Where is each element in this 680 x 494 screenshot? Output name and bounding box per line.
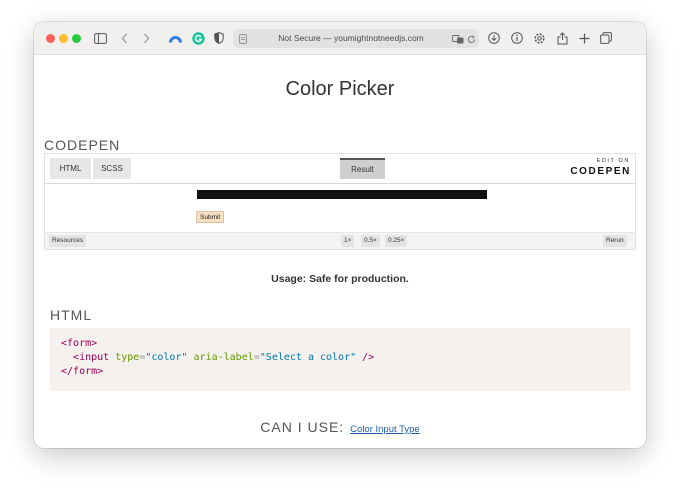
edit-on-label[interactable]: EDIT ON bbox=[578, 158, 630, 164]
shield-icon[interactable] bbox=[213, 30, 225, 46]
tab-scss[interactable]: SCSS bbox=[93, 158, 131, 179]
can-i-use-label: CAN I USE: bbox=[260, 419, 345, 435]
sidebar-icon[interactable] bbox=[92, 30, 108, 46]
code-token: aria-label bbox=[193, 352, 254, 363]
code-line: <form> bbox=[61, 338, 98, 349]
submit-button[interactable]: Submit bbox=[196, 211, 225, 223]
browser-window: Not Secure — youmightnotneedjs.com Color… bbox=[34, 22, 646, 448]
zoom-1x-button[interactable]: 1× bbox=[341, 235, 355, 247]
usage-note: Usage: Safe for production. bbox=[271, 273, 409, 285]
browser-toolbar: Not Secure — youmightnotneedjs.com bbox=[34, 22, 646, 55]
embed-header: HTML SCSS Result EDIT ON CODEPEN bbox=[45, 154, 635, 184]
gear-icon[interactable] bbox=[532, 30, 546, 46]
resources-button[interactable]: Resources bbox=[49, 235, 87, 247]
page-title: Color Picker bbox=[285, 78, 395, 100]
zoom-quarter-button[interactable]: 0.25× bbox=[385, 235, 408, 247]
minimize-window-button[interactable] bbox=[59, 34, 68, 43]
code-line: </form> bbox=[61, 366, 104, 377]
tab-html[interactable]: HTML bbox=[50, 158, 91, 179]
back-icon[interactable] bbox=[118, 30, 130, 46]
rerun-button[interactable]: Rerun bbox=[603, 235, 627, 247]
info-icon[interactable] bbox=[510, 30, 524, 46]
arc-icon[interactable] bbox=[168, 30, 182, 46]
codepen-label: CODEPEN bbox=[44, 137, 121, 153]
code-token: input bbox=[79, 352, 110, 363]
address-text[interactable]: Not Secure — youmightnotneedjs.com bbox=[255, 29, 447, 48]
translate-icon[interactable] bbox=[452, 31, 464, 47]
code-token: form bbox=[73, 366, 98, 377]
html-heading: HTML bbox=[50, 307, 93, 323]
close-window-button[interactable] bbox=[46, 34, 55, 43]
code-token: "Select a color" bbox=[259, 352, 357, 363]
code-block: <form> <input type="color" aria-label="S… bbox=[50, 328, 630, 391]
download-icon[interactable] bbox=[487, 30, 501, 46]
address-bar[interactable]: Not Secure — youmightnotneedjs.com bbox=[233, 29, 479, 48]
code-token: form bbox=[67, 338, 92, 349]
code-token: "color" bbox=[145, 352, 188, 363]
grammarly-icon[interactable] bbox=[191, 30, 205, 46]
can-i-use-link[interactable]: Color Input Type bbox=[350, 424, 420, 435]
tabs-overview-icon[interactable] bbox=[599, 30, 613, 46]
forward-icon[interactable] bbox=[140, 30, 152, 46]
code-line: <input type="color" aria-label="Select a… bbox=[73, 352, 375, 363]
zoom-half-button[interactable]: 0.5× bbox=[361, 235, 380, 247]
codepen-logo[interactable]: CODEPEN bbox=[561, 166, 631, 178]
can-i-use: CAN I USE: Color Input Type bbox=[34, 419, 646, 435]
tab-result[interactable]: Result bbox=[340, 158, 385, 179]
reload-icon[interactable] bbox=[466, 31, 476, 47]
page-content: Color Picker CODEPEN HTML SCSS Result ED… bbox=[34, 56, 646, 448]
code-token: type bbox=[115, 352, 140, 363]
maximize-window-button[interactable] bbox=[72, 34, 81, 43]
embed-footer: Resources 1× 0.5× 0.25× Rerun bbox=[45, 232, 635, 249]
share-icon[interactable] bbox=[555, 30, 569, 46]
codepen-embed: HTML SCSS Result EDIT ON CODEPEN Submit … bbox=[44, 153, 636, 250]
new-tab-icon[interactable] bbox=[577, 30, 591, 46]
page-icon bbox=[238, 31, 248, 47]
color-input-swatch[interactable] bbox=[197, 190, 487, 199]
